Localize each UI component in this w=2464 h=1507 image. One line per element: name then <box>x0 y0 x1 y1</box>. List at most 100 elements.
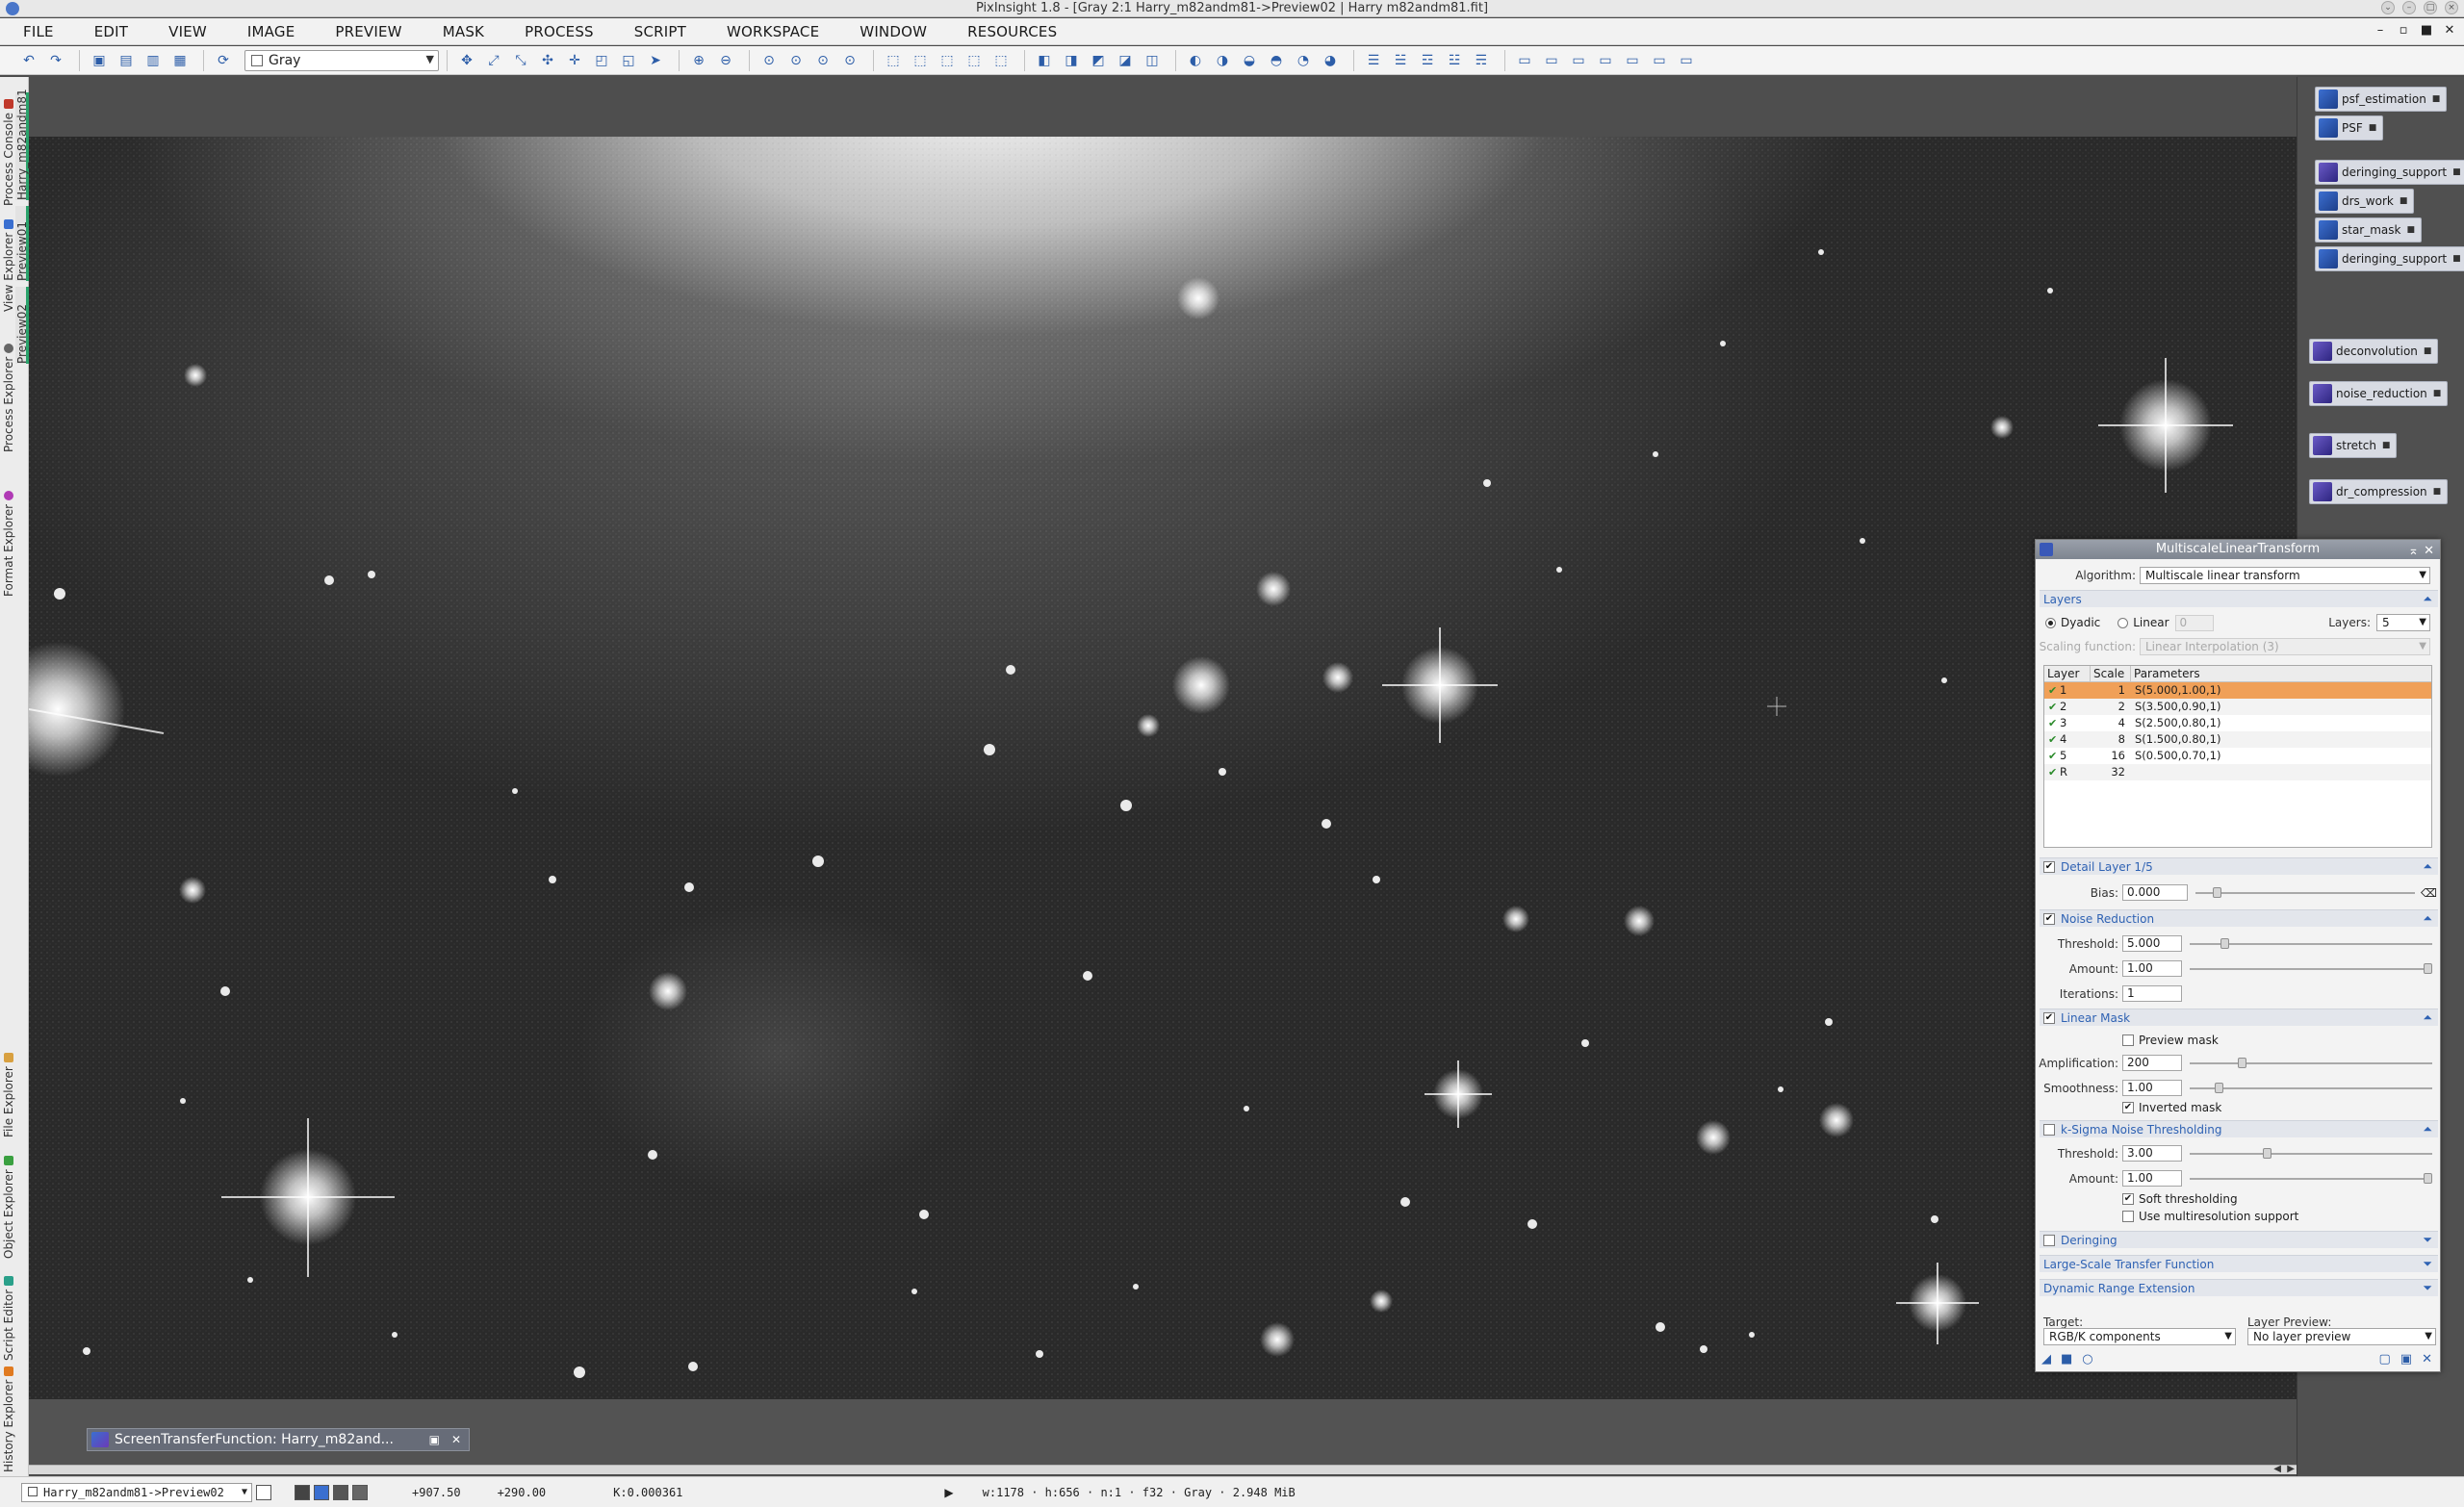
smoothness-input[interactable]: 1.00 <box>2122 1080 2182 1096</box>
fit-view-icon[interactable]: ⤢ <box>482 49 505 72</box>
ks-amount-slider[interactable] <box>2190 1172 2432 1184</box>
page-icon[interactable]: ◱ <box>617 49 640 72</box>
col-parameters[interactable]: Parameters <box>2131 666 2431 681</box>
window-tile-icon[interactable]: ▭ <box>1567 49 1590 72</box>
history-first-icon[interactable]: ☳ <box>1443 49 1466 72</box>
view-selector[interactable]: Harry_m82andm81->Preview02 ▼ <box>21 1482 252 1502</box>
shade-window-icon[interactable]: ⌄ <box>2381 1 2395 14</box>
history-forward-icon[interactable]: ☲ <box>1416 49 1439 72</box>
check-icon[interactable]: ✔ <box>2044 699 2060 715</box>
collapse-icon[interactable]: ⏶ <box>2423 1010 2432 1025</box>
tab-view-explorer[interactable]: View Explorer <box>2 212 15 312</box>
new-image-icon[interactable]: ▣ <box>88 49 111 72</box>
menu-workspace[interactable]: WORKSPACE <box>727 23 819 40</box>
undo-icon[interactable]: ↶ <box>17 49 40 72</box>
menu-mask[interactable]: MASK <box>443 23 484 40</box>
history-back-icon[interactable]: ☱ <box>1389 49 1412 72</box>
image-view[interactable] <box>29 137 2297 1399</box>
mdi-minimize-icon[interactable]: – <box>2374 24 2387 38</box>
zoom-to-fit-icon[interactable]: ⤡ <box>509 49 532 72</box>
bias-slider[interactable] <box>2195 886 2415 898</box>
menu-preview[interactable]: PREVIEW <box>335 23 401 40</box>
close-icon[interactable]: ✕ <box>2424 542 2434 561</box>
ksigma-section[interactable]: k-Sigma Noise Thresholding ⏶ <box>2040 1120 2438 1137</box>
table-row[interactable]: ✔ 5 16 S(0.500,0.70,1) <box>2044 748 2431 764</box>
linear-mask-section[interactable]: ✔ Linear Mask ⏶ <box>2040 1009 2438 1026</box>
check-icon[interactable]: ✔ <box>2044 715 2060 731</box>
view-tab-main[interactable]: Harry_m82andm81 <box>15 89 29 200</box>
algorithm-select[interactable]: Multiscale linear transform ▼ <box>2140 567 2430 584</box>
table-row[interactable]: ✔ R 32 <box>2044 764 2431 780</box>
collapse-icon[interactable]: ⏶ <box>2423 592 2432 606</box>
collapse-icon[interactable]: ⏶ <box>2423 1122 2432 1137</box>
window-icons-icon[interactable]: ▭ <box>1675 49 1698 72</box>
display-channel-alpha-icon[interactable] <box>352 1484 368 1500</box>
save-as-icon[interactable]: ▦ <box>168 49 192 72</box>
expand-icon[interactable]: ⏷ <box>2423 1233 2432 1247</box>
zoom-fit-icon[interactable]: ⊙ <box>838 49 861 72</box>
scaling-select[interactable]: Linear Interpolation (3) ▼ <box>2140 638 2430 655</box>
process-icon-stretch[interactable]: stretch ■ <box>2309 433 2398 458</box>
preview-icon[interactable]: ▢ <box>2379 1352 2391 1367</box>
amplification-input[interactable]: 200 <box>2122 1055 2182 1071</box>
collapse-icon[interactable]: ⏶ <box>2423 859 2432 874</box>
col-layer[interactable]: Layer <box>2044 666 2091 681</box>
linear-spinbox[interactable]: 0 <box>2174 614 2214 631</box>
menu-resources[interactable]: RESOURCES <box>967 23 1057 40</box>
preview-crop-icon[interactable]: ⬚ <box>989 49 1013 72</box>
dre-section[interactable]: Dynamic Range Extension ⏷ <box>2040 1279 2438 1296</box>
stf-auto-icon[interactable]: ◐ <box>1184 49 1207 72</box>
zoom-1-1-icon[interactable]: ⊙ <box>757 49 781 72</box>
window-arrange-icon[interactable]: ▭ <box>1621 49 1644 72</box>
dyadic-radio[interactable]: Dyadic <box>2045 616 2100 629</box>
multires-checkbox[interactable]: Use multiresolution support <box>2122 1210 2298 1223</box>
layers-select[interactable]: 5 ▼ <box>2376 614 2430 631</box>
view-tab-preview01[interactable]: Preview01 <box>15 206 29 281</box>
process-icon-deringing-support-1[interactable]: deringing_support ■ <box>2315 160 2464 185</box>
mask-invert-icon[interactable]: ◩ <box>1087 49 1110 72</box>
detail-layer-checkbox[interactable]: ✔ <box>2043 860 2055 873</box>
nr-threshold-input[interactable]: 5.000 <box>2122 935 2182 952</box>
process-icon-noise-reduction[interactable]: noise_reduction ■ <box>2309 381 2449 406</box>
new-preview-icon[interactable]: ⬚ <box>882 49 905 72</box>
zoom-mode-icon[interactable]: ✥ <box>455 49 478 72</box>
inverted-mask-checkbox[interactable]: ✔ Inverted mask <box>2122 1101 2221 1114</box>
close-window-icon[interactable]: × <box>2445 1 2458 14</box>
open-image-icon[interactable]: ▤ <box>115 49 138 72</box>
detail-layer-section[interactable]: ✔ Detail Layer 1/5 ⏶ <box>2040 857 2438 875</box>
stf-edit-icon[interactable]: ◓ <box>1265 49 1288 72</box>
nr-iterations-spinbox[interactable]: 1 <box>2122 985 2182 1002</box>
view-mode-icon[interactable] <box>256 1484 271 1500</box>
minimize-window-icon[interactable]: – <box>2402 1 2416 14</box>
table-row[interactable]: ✔ 3 4 S(2.500,0.80,1) <box>2044 715 2431 731</box>
horizontal-scrollbar[interactable]: ◀ ▶ <box>29 1464 2297 1474</box>
nr-threshold-slider[interactable] <box>2190 937 2432 949</box>
play-icon[interactable]: ▶ <box>944 1486 953 1499</box>
reset-icon[interactable]: ✕ <box>2422 1352 2432 1367</box>
history-icon[interactable]: ☰ <box>1362 49 1385 72</box>
expand-icon[interactable]: ⏷ <box>2423 1281 2432 1295</box>
process-icon-deringing-support-2[interactable]: deringing_support ■ <box>2315 246 2464 271</box>
mlt-titlebar[interactable]: MultiscaleLinearTransform ⌅ ✕ <box>2036 540 2440 559</box>
menu-process[interactable]: PROCESS <box>525 23 594 40</box>
close-icon[interactable]: ✕ <box>451 1433 461 1446</box>
window-fit-icon[interactable]: ▭ <box>1648 49 1671 72</box>
check-icon[interactable]: ✔ <box>2044 731 2060 748</box>
stf-toggle-icon[interactable]: ◔ <box>1292 49 1315 72</box>
mask-remove-icon[interactable]: ◫ <box>1141 49 1164 72</box>
monitor-icon[interactable]: ▭ <box>1513 49 1536 72</box>
table-row[interactable]: ✔ 1 1 S(5.000,1.00,1) <box>2044 682 2431 699</box>
zoom-in-icon[interactable]: ⊕ <box>687 49 710 72</box>
save-image-icon[interactable]: ▥ <box>141 49 165 72</box>
tab-history-explorer[interactable]: History Explorer <box>2 1367 15 1472</box>
channel-combo[interactable]: Gray ▼ <box>244 49 439 71</box>
apply-global-icon[interactable]: ○ <box>2082 1352 2092 1367</box>
amplification-slider[interactable] <box>2190 1057 2432 1068</box>
process-icon-drs-work[interactable]: drs_work ■ <box>2315 189 2415 214</box>
smoothness-slider[interactable] <box>2190 1082 2432 1093</box>
apply-icon[interactable]: ■ <box>2061 1352 2072 1367</box>
zoom-out-icon[interactable]: ⊖ <box>714 49 737 72</box>
display-channel-blue-icon[interactable] <box>314 1484 329 1500</box>
pan-icon[interactable]: ✣ <box>536 49 559 72</box>
linear-mask-checkbox[interactable]: ✔ <box>2043 1011 2055 1024</box>
